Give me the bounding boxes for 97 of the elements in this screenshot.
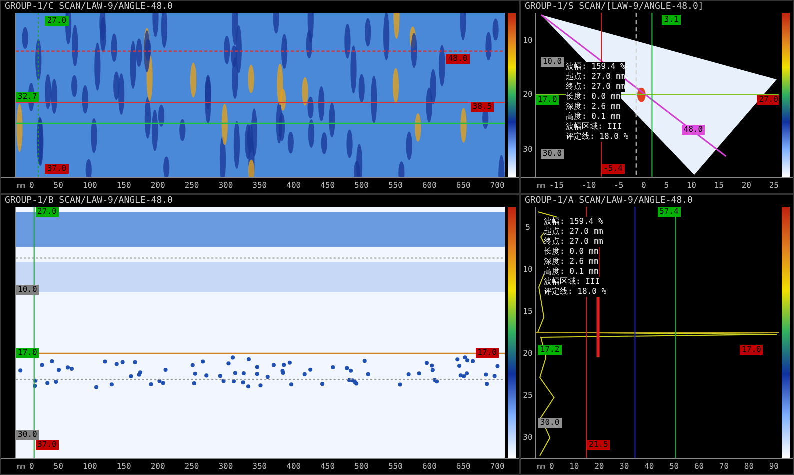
axis-tick: 450 bbox=[320, 462, 336, 471]
measurement-reading: 长度: 0.0 mm bbox=[566, 92, 621, 102]
axis-tick: 50 bbox=[54, 181, 64, 190]
cursor-value: 57.4 bbox=[658, 207, 681, 217]
axis-tick: 10 bbox=[523, 265, 533, 274]
axis-tick: 200 bbox=[150, 462, 166, 471]
axis-tick: 250 bbox=[184, 462, 200, 471]
cursor-value: 17.0 bbox=[16, 348, 40, 358]
axis-tick: 200 bbox=[150, 181, 166, 190]
cursor-value: 17.0 bbox=[740, 345, 764, 356]
axis-tick: 5 bbox=[526, 223, 530, 232]
axis-tick: -10 bbox=[582, 181, 596, 190]
axis-tick: 30 bbox=[523, 432, 533, 442]
measurement-reading: 高度: 0.1 mm bbox=[566, 112, 621, 122]
cursor-value: 48.0 bbox=[446, 54, 470, 64]
axis-tick: 10 bbox=[523, 36, 533, 45]
cursor-value: 32.7 bbox=[16, 92, 40, 102]
panel-title: GROUP-1/B SCAN/LAW-9/ANGLE-48.0 bbox=[4, 195, 174, 207]
axis-tick: 350 bbox=[252, 462, 268, 471]
cursor-value: 27.0 bbox=[36, 207, 59, 217]
axis-tick: 30 bbox=[523, 145, 533, 154]
axis-tick: 20 bbox=[523, 348, 533, 358]
cursor-value: 30.0 bbox=[538, 418, 562, 428]
axis-tick: 600 bbox=[422, 181, 437, 190]
axis-tick: 650 bbox=[456, 462, 471, 471]
measurement-reading: 波幅区域: III bbox=[544, 277, 600, 288]
axis-tick: 15 bbox=[714, 181, 724, 190]
axis-tick: 100 bbox=[82, 462, 98, 471]
measurement-reading: 终点: 27.0 mm bbox=[544, 237, 604, 248]
measurement-reading: 深度: 2.6 mm bbox=[544, 257, 599, 268]
axis-tick: 20 bbox=[523, 90, 533, 100]
axis-tick: 550 bbox=[388, 181, 403, 190]
cursor-value: 27.0 bbox=[757, 95, 779, 105]
cursor-value: 17.0 bbox=[536, 95, 560, 105]
axis-tick: 300 bbox=[218, 181, 234, 190]
axis-tick: 450 bbox=[320, 181, 336, 190]
cursor-value: 17.2 bbox=[538, 345, 562, 356]
axis-tick: 500 bbox=[354, 462, 369, 471]
measurement-reading: 波幅区域: III bbox=[566, 122, 622, 132]
axis-tick: 50 bbox=[54, 462, 64, 471]
cursor-value: 37.0 bbox=[45, 164, 69, 174]
axis-tick: 10 bbox=[570, 462, 580, 471]
cursor-value: 3.1 bbox=[662, 14, 681, 25]
measurement-reading: 深度: 2.6 mm bbox=[566, 102, 621, 112]
measurement-reading: 长度: 0.0 mm bbox=[544, 247, 599, 258]
axis-tick: 90 bbox=[769, 462, 779, 471]
cursor-value: -5.4 bbox=[602, 164, 625, 174]
axis-tick: 0 bbox=[549, 462, 554, 471]
measurement-reading: 终点: 27.0 mm bbox=[566, 82, 626, 92]
axis-tick: 30 bbox=[620, 462, 630, 471]
cursor-value: 10.0 bbox=[540, 57, 564, 68]
measurement-reading: 评定线: 18.0 % bbox=[544, 287, 607, 298]
axis-tick: 400 bbox=[286, 181, 302, 190]
axis-tick: 0 bbox=[29, 181, 34, 190]
measurement-reading: 高度: 0.1 mm bbox=[544, 267, 599, 278]
axis-tick: -5 bbox=[614, 181, 624, 190]
axis-tick: 70 bbox=[719, 462, 730, 471]
axis-tick: 0 bbox=[29, 462, 34, 471]
axis-tick: 350 bbox=[252, 181, 268, 190]
axis-tick: 20 bbox=[594, 462, 604, 471]
axis-tick: 80 bbox=[744, 462, 754, 471]
axis-tick: 0 bbox=[642, 181, 646, 190]
cursor-value: 10.0 bbox=[16, 284, 40, 295]
axis-tick: 10 bbox=[686, 181, 696, 190]
axis-tick: 650 bbox=[456, 181, 471, 190]
panel-title: GROUP-1/S SCAN/[LAW-9/ANGLE-48.0] bbox=[524, 1, 705, 13]
cursor-value: 27.0 bbox=[45, 16, 69, 26]
axis-tick: 500 bbox=[354, 181, 369, 190]
axis-tick: 20 bbox=[742, 181, 752, 190]
measurement-reading: 起点: 27.0 mm bbox=[544, 227, 604, 238]
cursor-value: 30.0 bbox=[16, 430, 40, 440]
axis-tick: 300 bbox=[218, 462, 234, 471]
axis-tick: 150 bbox=[116, 462, 132, 471]
axis-tick: 700 bbox=[490, 462, 505, 471]
axis-tick: -15 bbox=[549, 181, 564, 190]
axis-tick: 25 bbox=[769, 181, 779, 190]
axis-tick: 250 bbox=[184, 181, 200, 190]
axis-tick: 5 bbox=[664, 181, 670, 190]
axis-tick: 400 bbox=[286, 462, 302, 471]
axis-tick: 600 bbox=[422, 462, 437, 471]
cursor-value: 30.0 bbox=[540, 149, 564, 160]
axis-tick: 50 bbox=[669, 462, 680, 471]
panel-title: GROUP-1/A SCAN/LAW-9/ANGLE-48.0 bbox=[524, 195, 694, 207]
cursor-value: 37.0 bbox=[36, 440, 59, 450]
axis-tick: 40 bbox=[644, 462, 654, 471]
axis-tick: 25 bbox=[523, 390, 533, 400]
measurement-reading: 波幅: 159.4 % bbox=[544, 217, 604, 228]
axis-tick: 60 bbox=[694, 462, 704, 471]
measurement-reading: 评定线: 18.0 % bbox=[566, 132, 629, 142]
panel-title: GROUP-1/C SCAN/LAW-9/ANGLE-48.0 bbox=[4, 1, 174, 13]
axis-tick: 700 bbox=[490, 181, 505, 190]
axis-tick: 100 bbox=[82, 181, 98, 190]
cursor-value: 21.5 bbox=[587, 440, 610, 450]
axis-tick: 150 bbox=[116, 181, 132, 190]
axis-tick: 15 bbox=[523, 307, 533, 316]
measurement-reading: 起点: 27.0 mm bbox=[566, 72, 626, 82]
axis-tick: 550 bbox=[388, 462, 403, 471]
